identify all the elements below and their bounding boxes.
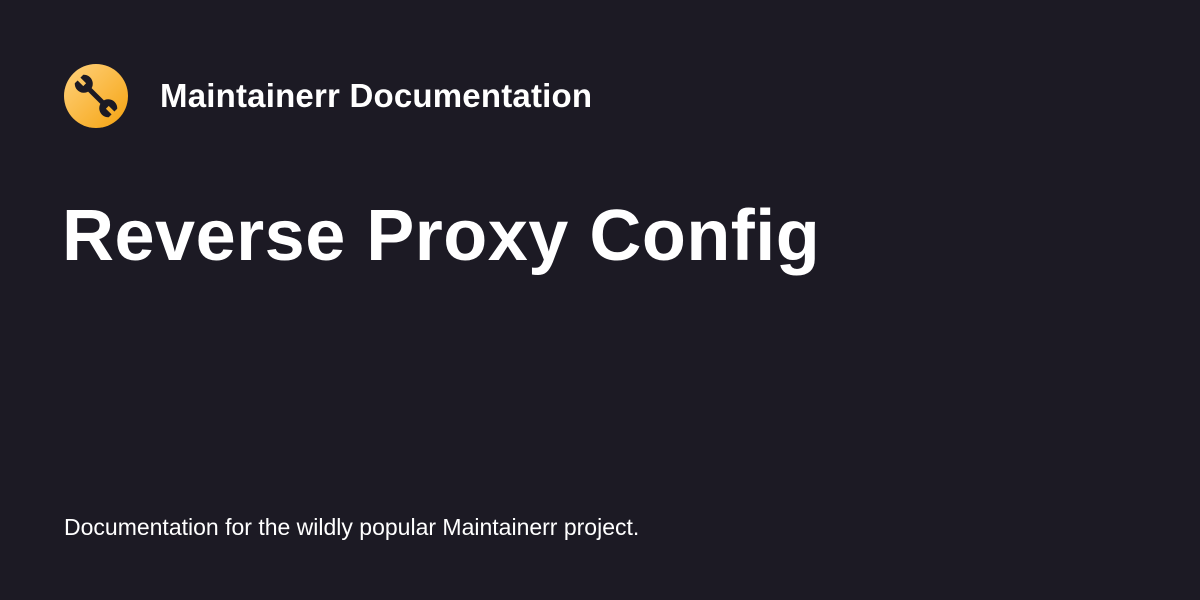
wrench-icon	[64, 64, 128, 128]
site-logo	[64, 64, 128, 128]
page-title: Reverse Proxy Config	[62, 196, 821, 276]
page-description: Documentation for the wildly popular Mai…	[64, 514, 640, 540]
site-name: Maintainerr Documentation	[160, 77, 593, 114]
